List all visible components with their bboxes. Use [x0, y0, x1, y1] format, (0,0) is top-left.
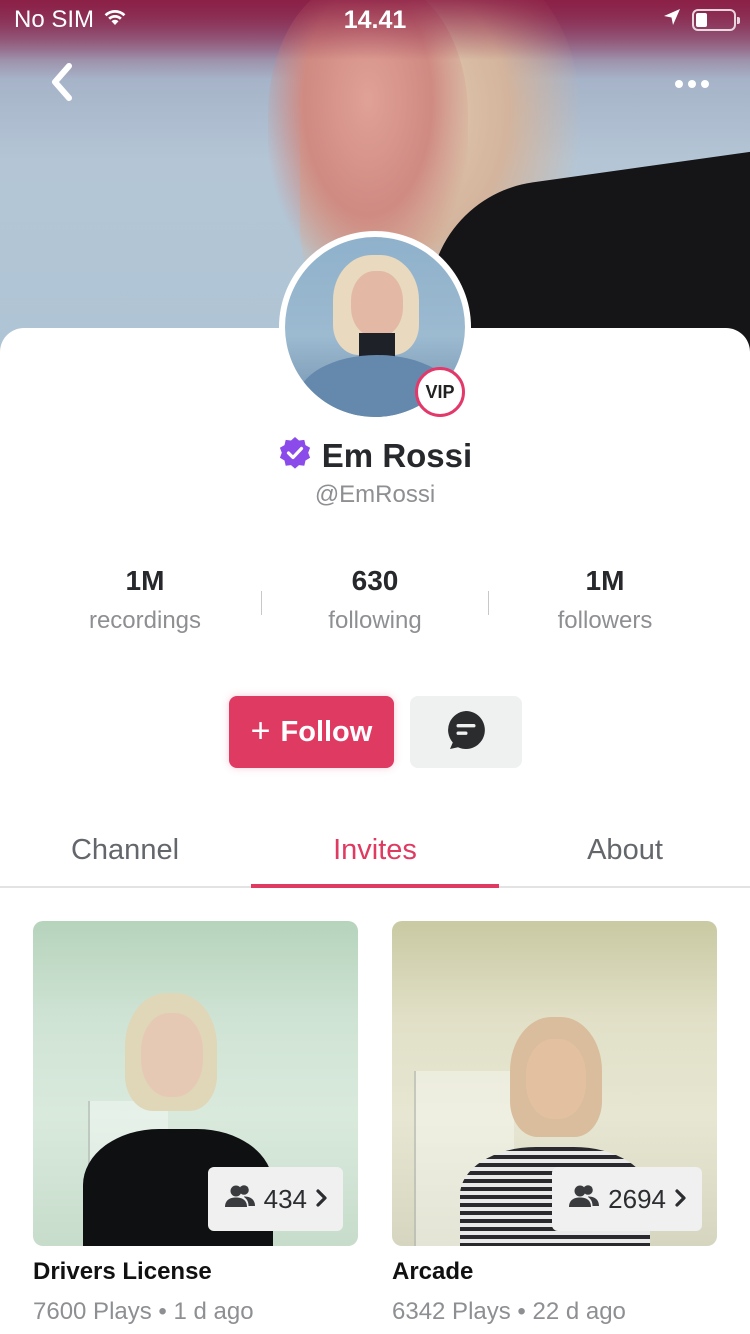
- stat-recordings[interactable]: 1M recordings: [30, 565, 260, 635]
- profile-handle: @EmRossi: [314, 481, 436, 508]
- follow-label: Follow: [280, 715, 373, 748]
- stat-label: following: [328, 607, 422, 634]
- stat-value: 1M: [585, 565, 625, 596]
- stat-divider: [261, 591, 262, 615]
- participants-pill[interactable]: 2694: [552, 1167, 702, 1231]
- invite-title: Drivers License: [33, 1258, 212, 1285]
- status-right: [662, 6, 740, 34]
- more-dot-icon: [688, 80, 696, 88]
- wifi-icon: [102, 6, 128, 34]
- invite-card[interactable]: 434 Drivers License 7600 Plays • 1 d ago: [33, 921, 358, 1326]
- status-left: No SIM: [14, 6, 128, 34]
- invite-meta: 6342 Plays • 22 d ago: [392, 1298, 626, 1325]
- vip-badge: VIP: [415, 367, 465, 417]
- stat-divider: [488, 591, 489, 615]
- location-arrow-icon: [662, 6, 682, 34]
- stat-following[interactable]: 630 following: [260, 565, 490, 635]
- people-icon: [568, 1184, 600, 1215]
- stat-label: recordings: [88, 607, 202, 634]
- more-dot-icon: [701, 80, 709, 88]
- invite-meta: 7600 Plays • 1 d ago: [33, 1298, 254, 1325]
- invite-thumbnail: 434: [33, 921, 358, 1246]
- tab-channel[interactable]: Channel: [0, 820, 250, 886]
- stats-row: 1M recordings 630 following 1M followers: [30, 565, 720, 635]
- people-icon: [224, 1184, 256, 1215]
- participants-count: 2694: [608, 1183, 666, 1214]
- chevron-right-icon: [674, 1184, 688, 1215]
- invite-thumbnail: 2694: [392, 921, 717, 1246]
- profile-tabs: Channel Invites About: [0, 820, 750, 888]
- stat-label: followers: [557, 607, 653, 634]
- profile-name: Em Rossi: [321, 436, 473, 474]
- invite-title: Arcade: [392, 1258, 474, 1285]
- tab-invites[interactable]: Invites: [250, 820, 500, 888]
- plus-icon: +: [250, 711, 271, 750]
- carrier-label: No SIM: [14, 6, 95, 33]
- stat-value: 630: [351, 565, 399, 596]
- verified-badge-icon: [278, 436, 312, 475]
- invites-grid: 434 Drivers License 7600 Plays • 1 d ago: [33, 921, 717, 1326]
- stat-followers[interactable]: 1M followers: [490, 565, 720, 635]
- back-button[interactable]: [40, 62, 84, 106]
- battery-icon: [692, 9, 740, 31]
- participants-pill[interactable]: 434: [207, 1167, 343, 1231]
- more-options-button[interactable]: [670, 66, 714, 102]
- chat-bubble-icon: [445, 709, 487, 756]
- status-bar: No SIM 14.41: [0, 0, 750, 40]
- participants-count: 434: [263, 1183, 307, 1214]
- name-row: Em Rossi: [0, 436, 750, 475]
- more-dot-icon: [675, 80, 683, 88]
- message-button[interactable]: [410, 696, 522, 768]
- follow-button[interactable]: + Follow: [229, 696, 394, 768]
- invite-card[interactable]: 2694 Arcade 6342 Plays • 22 d ago: [392, 921, 717, 1326]
- chevron-right-icon: [315, 1184, 329, 1215]
- chevron-left-icon: [49, 62, 75, 107]
- tab-about[interactable]: About: [500, 820, 750, 886]
- stat-value: 1M: [125, 565, 165, 596]
